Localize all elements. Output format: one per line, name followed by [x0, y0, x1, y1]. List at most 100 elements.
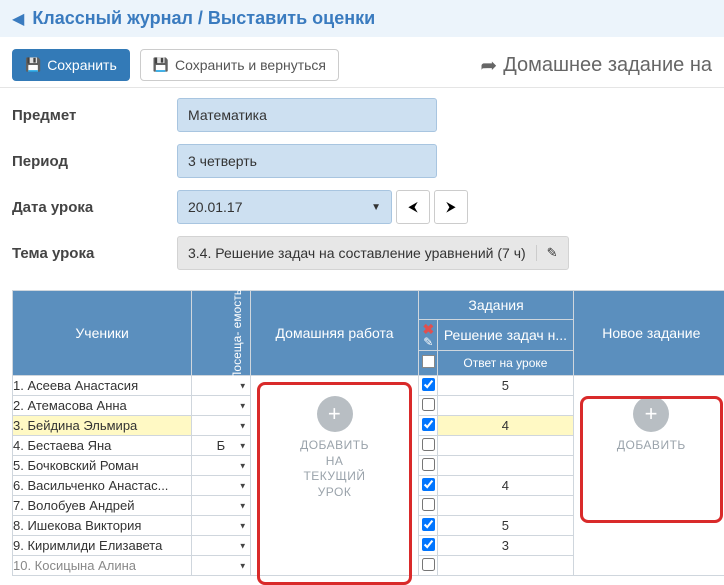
delete-icon[interactable]: ✖ [419, 322, 437, 336]
grade-cell[interactable]: 3 [438, 536, 573, 556]
col-new-task: Новое задание [573, 291, 724, 376]
period-select[interactable]: 3 четверть [177, 144, 437, 178]
student-name: 8. Ишекова Виктория [13, 516, 192, 536]
grade-cell[interactable]: 5 [438, 376, 573, 396]
caret-down-icon: ▼ [239, 461, 247, 470]
caret-down-icon: ▼ [239, 521, 247, 530]
date-prev-button[interactable]: ⮜ [396, 190, 430, 224]
student-name: 6. Васильченко Анастас... [13, 476, 192, 496]
form-area: Предмет Математика Период 3 четверть Дат… [0, 88, 724, 286]
grade-cell[interactable]: 4 [438, 416, 573, 436]
grade-cell[interactable] [438, 436, 573, 456]
save-label: Сохранить [47, 57, 117, 73]
subject-label: Предмет [12, 107, 177, 124]
student-name: 10. Косицына Алина [13, 556, 192, 576]
student-name: 2. Атемасова Анна [13, 396, 192, 416]
grade-cell[interactable]: 4 [438, 476, 573, 496]
caret-down-icon: ▼ [239, 401, 247, 410]
topic-label: Тема урока [12, 245, 177, 262]
grade-cell[interactable] [438, 396, 573, 416]
subject-value: Математика [188, 107, 267, 123]
share-icon: ➦ [480, 53, 497, 78]
task-checkbox[interactable] [419, 416, 438, 436]
caret-down-icon: ▼ [239, 381, 247, 390]
task-checkbox[interactable] [419, 556, 438, 576]
save-icon: 💾 [25, 57, 41, 73]
date-label: Дата урока [12, 199, 177, 216]
back-icon[interactable]: ◀ [12, 9, 24, 29]
task-name[interactable]: Решение задач н... [438, 320, 573, 351]
select-all-cell[interactable] [419, 351, 438, 376]
student-name: 5. Бочковский Роман [13, 456, 192, 476]
pencil-icon[interactable]: ✎ [536, 245, 558, 261]
attendance-cell[interactable]: ▼ [192, 556, 250, 576]
attendance-cell[interactable]: ▼ [192, 516, 250, 536]
period-label: Период [12, 153, 177, 170]
task-checkbox[interactable] [419, 376, 438, 396]
task-checkbox[interactable] [419, 396, 438, 416]
caret-down-icon: ▼ [239, 421, 247, 430]
attendance-cell[interactable]: ▼ [192, 536, 250, 556]
attendance-cell[interactable]: ▼ [192, 496, 250, 516]
circle-right-icon: ⮞ [446, 199, 456, 215]
attendance-cell[interactable]: ▼ [192, 376, 250, 396]
pencil-icon[interactable]: ✎ [419, 336, 437, 348]
period-value: 3 четверть [188, 153, 257, 169]
student-name: 1. Асеева Анастасия [13, 376, 192, 396]
breadcrumb: ◀ Классный журнал / Выставить оценки [0, 0, 724, 37]
task-checkbox[interactable] [419, 536, 438, 556]
caret-down-icon: ▼ [239, 501, 247, 510]
topic-field[interactable]: 3.4. Решение задач на составление уравне… [177, 236, 569, 270]
add-label: ДОБАВИТЬ [617, 438, 686, 454]
grade-cell[interactable] [438, 496, 573, 516]
breadcrumb-path: Классный журнал / Выставить оценки [32, 8, 375, 29]
student-name: 4. Бестаева Яна [13, 436, 192, 456]
task-checkbox[interactable] [419, 456, 438, 476]
student-name: 7. Волобуев Андрей [13, 496, 192, 516]
attendance-cell[interactable]: ▼ [192, 416, 250, 436]
save-icon: 💾 [153, 57, 169, 73]
student-name: 9. Киримлиди Елизавета [13, 536, 192, 556]
col-tasks-group: Задания [419, 291, 573, 320]
task-checkbox[interactable] [419, 516, 438, 536]
grade-cell[interactable] [438, 456, 573, 476]
date-next-button[interactable]: ⮞ [434, 190, 468, 224]
grade-cell[interactable] [438, 556, 573, 576]
grade-cell[interactable]: 5 [438, 516, 573, 536]
subject-select[interactable]: Математика [177, 98, 437, 132]
grades-table: Ученики Посеща- емость Домашняя работа З… [12, 290, 724, 576]
caret-down-icon: ▼ [239, 541, 247, 550]
student-name: 3. Бейдина Эльмира [13, 416, 192, 436]
task-checkbox[interactable] [419, 476, 438, 496]
attendance-cell[interactable]: ▼ [192, 396, 250, 416]
add-current-label: ДОБАВИТЬНАТЕКУЩИЙУРОК [300, 438, 369, 500]
plus-icon: + [633, 396, 669, 432]
homework-link[interactable]: ➦ Домашнее задание на [480, 53, 712, 78]
date-value: 20.01.17 [188, 199, 243, 215]
caret-down-icon: ▼ [239, 561, 247, 570]
attendance-cell[interactable]: ▼ [192, 456, 250, 476]
circle-left-icon: ⮜ [408, 199, 417, 215]
col-homework: Домашняя работа [250, 291, 419, 376]
plus-icon: + [317, 396, 353, 432]
task-tools: ✖ ✎ [419, 320, 438, 351]
task-checkbox[interactable] [419, 496, 438, 516]
checkbox-icon[interactable] [422, 355, 435, 368]
col-attendance: Посеща- емость [192, 291, 250, 376]
homework-link-label: Домашнее задание на [503, 54, 712, 77]
caret-down-icon: ▼ [239, 481, 247, 490]
save-and-back-button[interactable]: 💾 Сохранить и вернуться [140, 49, 339, 81]
save-back-label: Сохранить и вернуться [175, 57, 326, 73]
save-button[interactable]: 💾 Сохранить [12, 49, 130, 81]
date-select[interactable]: 20.01.17 ▼ [177, 190, 392, 224]
caret-down-icon: ▼ [371, 202, 381, 213]
attendance-cell[interactable]: Б▼ [192, 436, 250, 456]
topic-value: 3.4. Решение задач на составление уравне… [188, 245, 526, 261]
task-checkbox[interactable] [419, 436, 438, 456]
homework-add-cell[interactable]: + ДОБАВИТЬНАТЕКУЩИЙУРОК [250, 376, 419, 576]
attendance-cell[interactable]: ▼ [192, 476, 250, 496]
caret-down-icon: ▼ [239, 441, 247, 450]
col-students: Ученики [13, 291, 192, 376]
toolbar: 💾 Сохранить 💾 Сохранить и вернуться ➦ До… [0, 37, 724, 88]
new-task-add-cell[interactable]: + ДОБАВИТЬ [573, 376, 724, 576]
